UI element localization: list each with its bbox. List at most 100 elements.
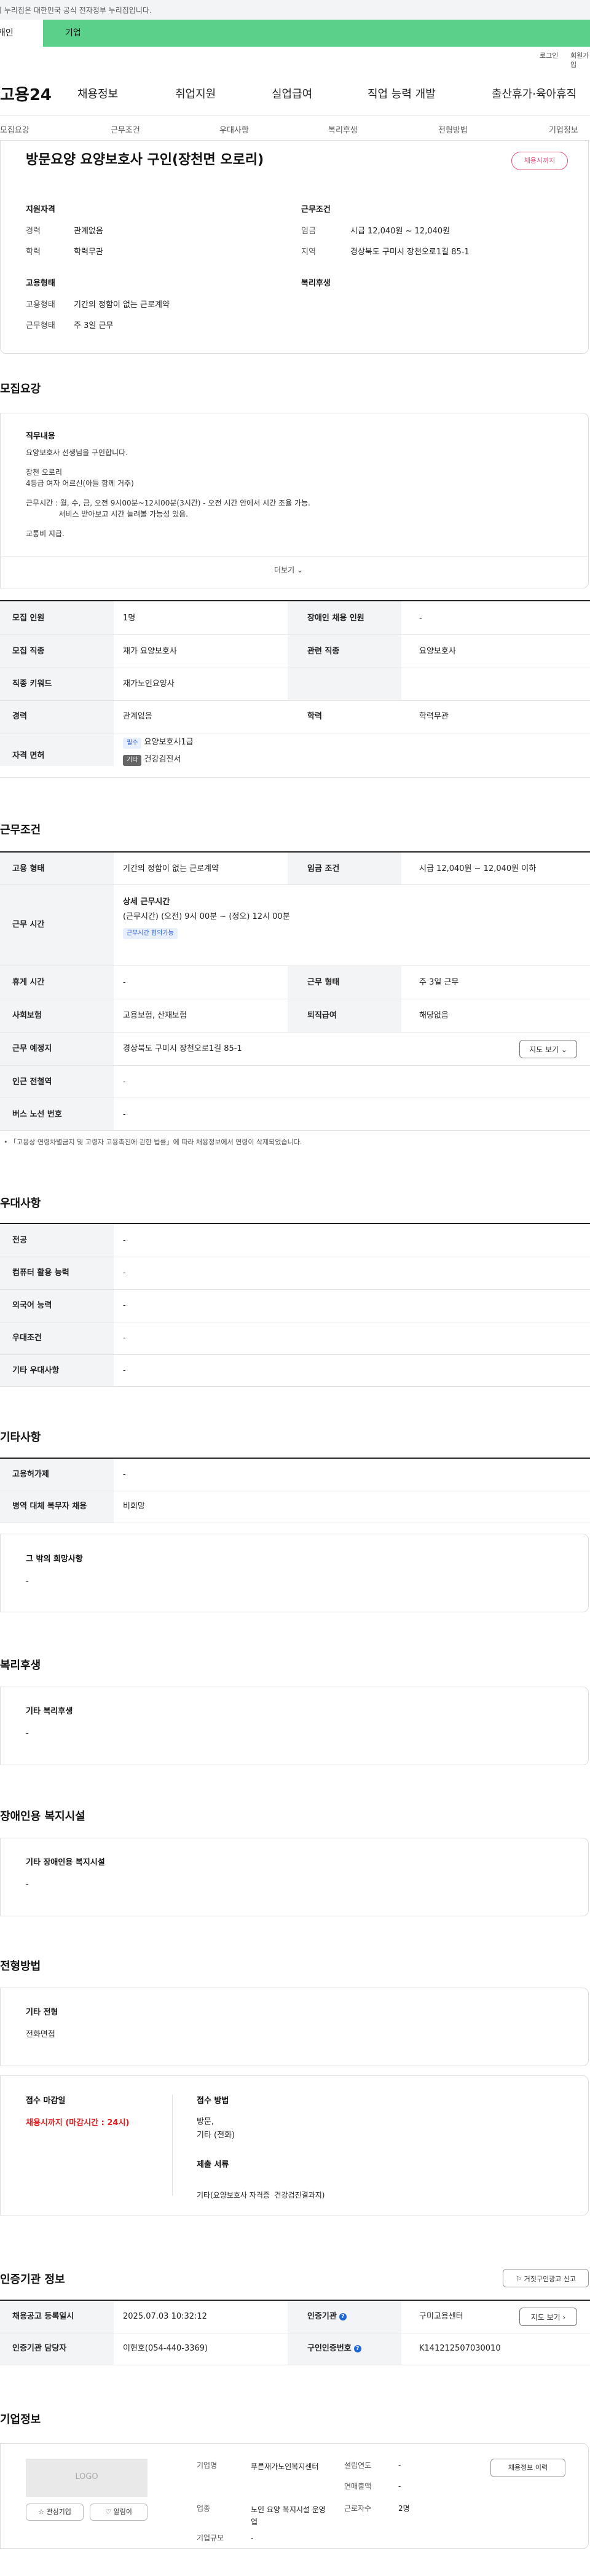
section-heading-etc: 기타사항 bbox=[0, 1431, 41, 1444]
login-link[interactable]: 로그인 bbox=[540, 52, 558, 61]
hours-negotiable-tag: 근무시간 협의가능 bbox=[123, 928, 178, 939]
work-hours-title: 상세 근무시간 bbox=[123, 897, 170, 907]
cert-org-key: 인증기관? bbox=[307, 2311, 347, 2322]
etype-value: 기간의 정함이 없는 근로계약 bbox=[74, 300, 170, 310]
section-heading-conditions: 근무조건 bbox=[0, 824, 41, 837]
pref-other-key: 기타 우대사항 bbox=[12, 1366, 60, 1375]
lnb-recruit[interactable]: 모집요강 bbox=[0, 125, 30, 136]
recruit-count-key: 모집 인원 bbox=[12, 614, 45, 623]
emp-type-value: 기간의 정함이 없는 근로계약 bbox=[123, 864, 219, 873]
military-value: 비희망 bbox=[123, 1502, 145, 1511]
row-divider bbox=[0, 1386, 590, 1387]
info-icon[interactable]: ? bbox=[339, 2313, 347, 2320]
cert-map-button[interactable]: 지도 보기 › bbox=[519, 2308, 577, 2326]
language-key: 외국어 능력 bbox=[12, 1301, 52, 1310]
tab-company[interactable]: 기업 bbox=[43, 20, 111, 47]
section-heading-welfare: 복리후생 bbox=[0, 1659, 41, 1672]
work-permit-value: - bbox=[123, 1470, 126, 1479]
lnb-process[interactable]: 전형방법 bbox=[438, 125, 468, 136]
reg-date-value: 2025.07.03 10:32:12 bbox=[123, 2312, 207, 2321]
welfare-other-value: - bbox=[26, 1729, 29, 1738]
row-divider bbox=[0, 1130, 590, 1131]
workplace-key: 근무 예정지 bbox=[12, 1044, 52, 1053]
info-icon[interactable]: ? bbox=[353, 2344, 361, 2352]
job-history-label: 채용정보 이력 bbox=[508, 2464, 548, 2472]
company-size-key: 기업규모 bbox=[197, 2534, 224, 2542]
process-card bbox=[0, 1988, 589, 2066]
alarm-button[interactable]: ♡ 알림이 bbox=[90, 2504, 148, 2521]
work-hours-key: 근무 시간 bbox=[12, 920, 45, 929]
star-icon: ☆ bbox=[38, 2508, 44, 2516]
gnav-parental-leave[interactable]: 출산휴가·육아휴직 bbox=[492, 87, 576, 102]
section-heading-process: 전형방법 bbox=[0, 1960, 41, 1973]
favorite-company-button[interactable]: ☆ 관심기업 bbox=[26, 2504, 84, 2521]
work-form-value: 주 3일 근무 bbox=[419, 978, 459, 987]
lnb-conditions[interactable]: 근무조건 bbox=[111, 125, 140, 136]
tab-personal[interactable]: 개인 bbox=[0, 20, 43, 47]
table-header-col bbox=[288, 853, 401, 884]
user-type-tabs: 개인 기업 bbox=[0, 20, 590, 47]
cert-number-key-text: 구인인증번호 bbox=[307, 2344, 352, 2353]
break-value: - bbox=[123, 978, 126, 987]
disabled-count-value: - bbox=[419, 614, 422, 623]
welfare-card bbox=[0, 1687, 589, 1765]
deadline-badge: 채용시까지 bbox=[511, 152, 568, 170]
site-logo[interactable]: 고용24 bbox=[0, 85, 52, 106]
employment-label: 고용형태 bbox=[26, 279, 55, 288]
other-wish-card bbox=[0, 1534, 589, 1612]
computer-skill-value: - bbox=[123, 1268, 126, 1278]
report-fake-ad-button[interactable]: ⚐ 거짓구인광고 신고 bbox=[503, 2269, 589, 2287]
hours-tag-wrap: 근무시간 협의가능 bbox=[123, 927, 178, 939]
section-heading-disabled: 장애인용 복지시설 bbox=[0, 1810, 85, 1823]
gnav-jobs[interactable]: 채용정보 bbox=[77, 87, 118, 102]
license-item: 기타 건강검진서 bbox=[123, 754, 181, 766]
lnb-welfare[interactable]: 복리후생 bbox=[328, 125, 358, 136]
row-divider bbox=[0, 1354, 590, 1355]
disabled-count-key: 장애인 채용 인원 bbox=[307, 614, 364, 623]
job-category-value: 재가 요양보호사 bbox=[123, 647, 177, 656]
job-keyword-value: 재가노인요양사 bbox=[123, 679, 175, 689]
location-value: 경상북도 구미시 장천오로1길 85-1 bbox=[350, 248, 470, 257]
method-value: 방문, bbox=[197, 2117, 214, 2126]
job-history-button[interactable]: 채용정보 이력 bbox=[490, 2459, 565, 2477]
pref-cond-value: - bbox=[123, 1333, 126, 1343]
duty-line bbox=[26, 489, 310, 498]
insurance-value: 고용보험, 산재보험 bbox=[123, 1011, 187, 1020]
bus-value: - bbox=[123, 1110, 126, 1119]
map-button[interactable]: 지도 보기 ⌄ bbox=[519, 1040, 577, 1058]
row-divider bbox=[0, 777, 590, 778]
career-key: 경력 bbox=[12, 712, 27, 721]
severance-key: 퇴직급여 bbox=[307, 1011, 337, 1020]
industry-value: 노인 요양 복지시설 운영업 bbox=[251, 2505, 326, 2526]
alarm-label: 알림이 bbox=[113, 2508, 132, 2516]
wage-cond-key: 임금 조건 bbox=[307, 864, 340, 873]
gnav-employment-support[interactable]: 취업지원 bbox=[175, 87, 216, 102]
bullet: • bbox=[4, 1138, 10, 1146]
conditions-label: 근무조건 bbox=[301, 205, 331, 214]
signup-link[interactable]: 회원가입 bbox=[570, 52, 590, 70]
edu-value: 학력무관 bbox=[74, 248, 103, 257]
age-law-note-text: 「고용상 연령차별금지 및 고령자 고용촉진에 관한 법률」에 따라 채용정보에… bbox=[10, 1138, 302, 1146]
section-heading-recruit: 모집요강 bbox=[0, 383, 41, 396]
row-divider bbox=[0, 1065, 590, 1066]
major-key: 전공 bbox=[12, 1236, 27, 1245]
gnav-unemployment-benefit[interactable]: 실업급여 bbox=[272, 87, 312, 102]
favorite-label: 관심기업 bbox=[46, 2508, 71, 2516]
edu-key: 학력 bbox=[307, 712, 322, 721]
work-form-key: 근무 형태 bbox=[307, 978, 340, 987]
wtype-key: 근무형태 bbox=[26, 321, 55, 330]
disabled-card bbox=[0, 1838, 589, 1916]
lnb-preference[interactable]: 우대사항 bbox=[219, 125, 249, 136]
lnb-company[interactable]: 기업정보 bbox=[549, 125, 578, 136]
divider bbox=[172, 2094, 173, 2196]
disabled-other-value: - bbox=[26, 1880, 29, 1889]
cert-manager-key: 인증기관 담당자 bbox=[12, 2344, 67, 2353]
license-key: 자격 면허 bbox=[12, 751, 45, 760]
etype-key: 고용형태 bbox=[26, 300, 55, 310]
duty-line: 4등급 여자 어르신(아들 함께 거주) bbox=[26, 479, 134, 488]
more-button[interactable]: 더보기 ⌄ bbox=[274, 565, 303, 575]
gnav-training[interactable]: 직업 능력 개발 bbox=[368, 87, 436, 102]
bell-icon: ♡ bbox=[105, 2508, 111, 2516]
other-wish-value: - bbox=[26, 1577, 29, 1586]
bus-key: 버스 노선 번호 bbox=[12, 1110, 62, 1119]
